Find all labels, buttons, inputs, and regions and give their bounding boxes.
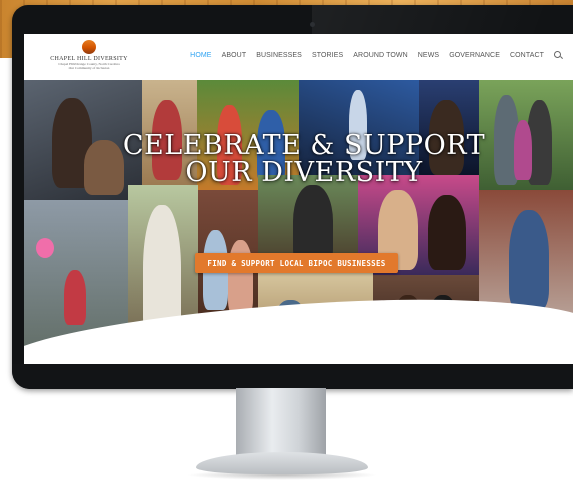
monitor-chin bbox=[12, 364, 573, 389]
nav-item-businesses[interactable]: BUSINESSES bbox=[256, 52, 302, 59]
hero-title-line-2: OUR DIVERSITY bbox=[185, 157, 423, 188]
nav-item-governance[interactable]: GOVERNANCE bbox=[449, 52, 500, 59]
screen: CHAPEL HILL DIVERSITY Chapel Hill/Orange… bbox=[24, 34, 573, 364]
nav-item-around-town[interactable]: AROUND TOWN bbox=[353, 52, 408, 59]
monitor: CHAPEL HILL DIVERSITY Chapel Hill/Orange… bbox=[12, 5, 573, 389]
search-icon[interactable] bbox=[554, 51, 563, 60]
main-nav: HOME ABOUT BUSINESSES STORIES AROUND TOW… bbox=[190, 51, 563, 60]
monitor-stand-neck bbox=[236, 388, 326, 460]
hero-title-line-1: CELEBRATE & SUPPORT bbox=[122, 130, 486, 161]
nav-item-contact[interactable]: CONTACT bbox=[510, 52, 544, 59]
hero-collage: CELEBRATE & SUPPORT OUR DIVERSITY FIND &… bbox=[24, 80, 573, 364]
site-logo[interactable]: CHAPEL HILL DIVERSITY Chapel Hill/Orange… bbox=[49, 40, 129, 74]
webcam-icon bbox=[310, 22, 315, 27]
logo-subtitle-2: Our Community of Inclusion bbox=[68, 66, 110, 70]
nav-item-news[interactable]: NEWS bbox=[418, 52, 439, 59]
hero-title: CELEBRATE & SUPPORT OUR DIVERSITY bbox=[84, 132, 524, 186]
nav-item-stories[interactable]: STORIES bbox=[312, 52, 343, 59]
site-header: CHAPEL HILL DIVERSITY Chapel Hill/Orange… bbox=[24, 34, 573, 80]
monitor-stand-base bbox=[196, 452, 368, 474]
nav-item-home[interactable]: HOME bbox=[190, 52, 211, 59]
find-bipoc-businesses-button[interactable]: FIND & SUPPORT LOCAL BIPOC BUSINESSES bbox=[195, 253, 398, 273]
nav-item-about[interactable]: ABOUT bbox=[222, 52, 247, 59]
sunrise-logo-icon bbox=[82, 40, 96, 54]
